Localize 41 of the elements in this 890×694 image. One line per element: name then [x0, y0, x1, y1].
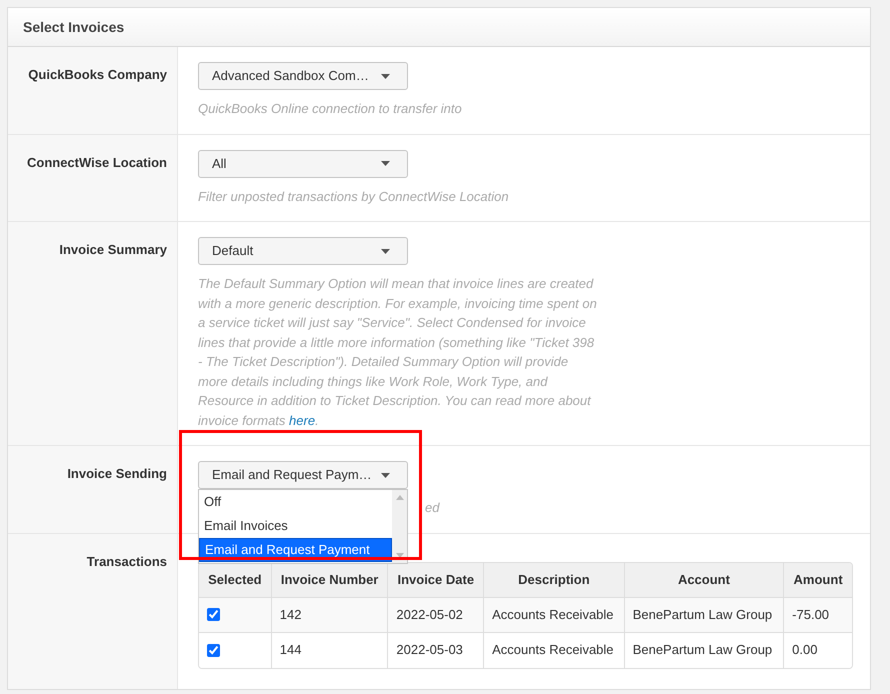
- field-label: Invoice Summary: [59, 242, 167, 257]
- column-header: Account: [624, 562, 784, 596]
- help-text: ed: [425, 500, 440, 515]
- column-header: Amount: [792, 570, 844, 589]
- table-cell-text: 142: [280, 606, 302, 624]
- column-header: Invoice Number: [272, 562, 388, 596]
- panel-title: Select Invoices: [23, 18, 124, 36]
- field-label: Transactions: [86, 554, 167, 568]
- dropdown-button[interactable]: Default: [198, 237, 408, 265]
- dropdown-button[interactable]: Advanced Sandbox Com…: [198, 62, 408, 90]
- table-cell-text: 0.00: [792, 641, 818, 660]
- dropdown-button[interactable]: All: [198, 150, 408, 178]
- table-cell-text: Accounts Receivable: [492, 606, 614, 624]
- field-label: QuickBooks Company: [28, 67, 167, 82]
- caret-icon: [381, 248, 390, 254]
- dropdown-button[interactable]: Email and Request Paym…: [198, 461, 408, 489]
- table-cell-text: 144: [280, 641, 302, 660]
- table-cell-text: -75.00: [792, 606, 830, 624]
- help-text: The Default Summary Option will mean that invoice lines are created with a more generic description. For example, invoicing time spent on a service ticket will just say "Service". Select Condensed for invoice lines that provide a little more information (something like "Ticket 398 - The Ticket Description"). Detailed Summary Option will provide more details including things like Work Role, Work Type, and Resource in addition to Ticket Description. You can read more about invoice formats here.: [198, 275, 598, 430]
- help-text: Filter unposted transactions by ConnectWise Location: [198, 188, 510, 206]
- help-text: QuickBooks Online connection to transfer into: [198, 100, 463, 118]
- table-cell-text: Accounts Receivable: [492, 641, 614, 660]
- column-header: Description: [484, 562, 625, 596]
- table-cell-text: 2022-05-03: [396, 641, 463, 660]
- caret-icon: [381, 74, 390, 78]
- column-header: Selected: [199, 562, 272, 596]
- row-checkbox[interactable]: [207, 644, 220, 656]
- caret-icon: [381, 161, 390, 166]
- table-cell-text: BenePartum Law Group: [632, 606, 772, 624]
- caret-icon: [381, 472, 390, 478]
- dropdown-option[interactable]: Email Invoices: [199, 514, 392, 538]
- column-header: Invoice Date: [388, 562, 484, 596]
- field-label: Invoice Sending: [67, 466, 167, 481]
- dropdown-option[interactable]: Off: [199, 490, 392, 514]
- table-cell-text: BenePartum Law Group: [632, 641, 772, 660]
- table-cell-text: 2022-05-02: [396, 606, 463, 624]
- scrollbar[interactable]: [392, 490, 407, 563]
- scroll-down-icon[interactable]: [396, 553, 404, 558]
- row-checkbox[interactable]: [207, 608, 220, 621]
- here-link[interactable]: here: [289, 412, 316, 428]
- field-label: ConnectWise Location: [26, 154, 167, 170]
